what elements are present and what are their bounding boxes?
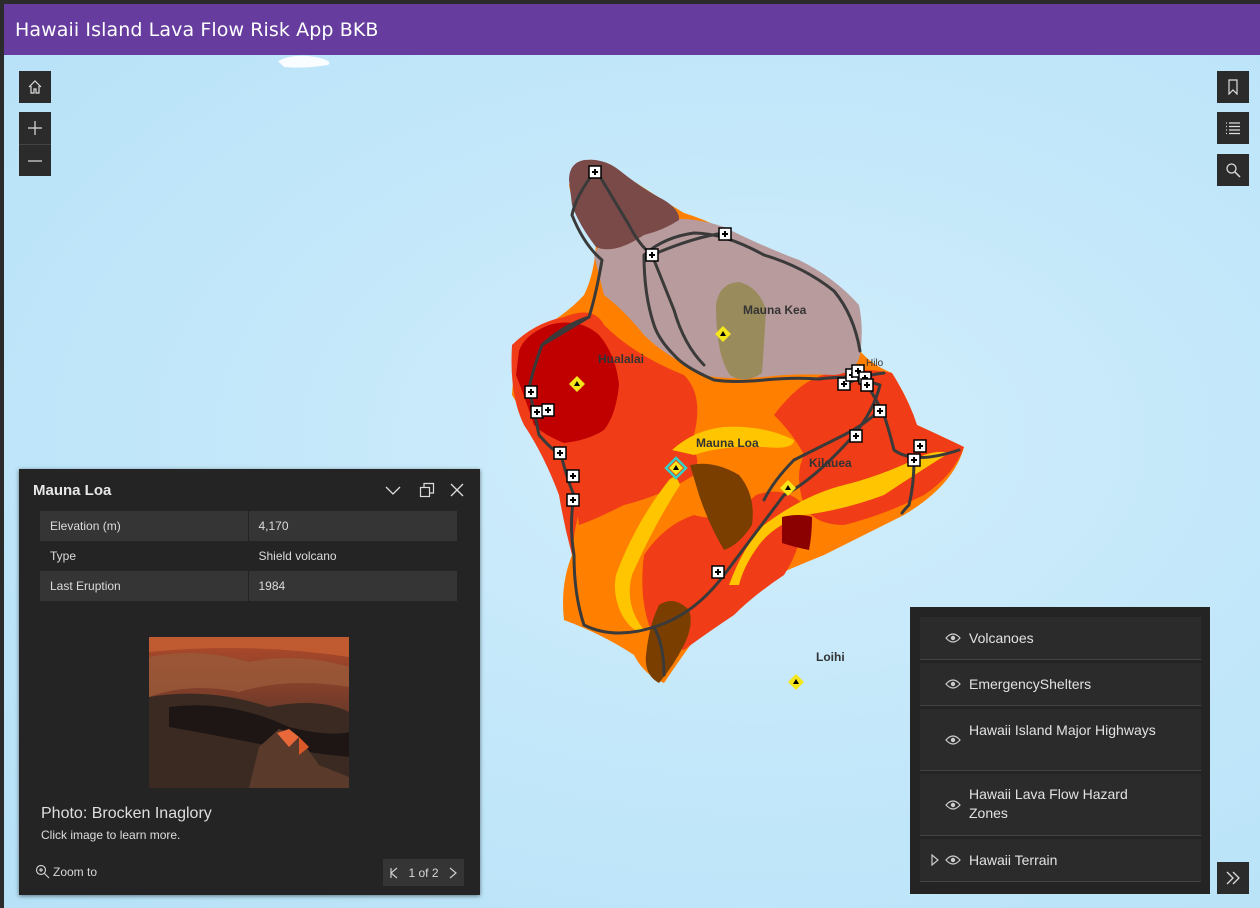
attribute-table: Elevation (m) 4,170 Type Shield volcano … [40,511,457,601]
feature-popup: Mauna Loa Elevation (m) 4,170 Type Shiel… [19,469,480,895]
volcano-photo-image [149,637,349,788]
close-button[interactable] [445,478,469,502]
layer-name: Volcanoes [969,630,1034,646]
layer-item-hawaii-terrain[interactable]: Hawaii Terrain [920,839,1201,882]
volcano-photo[interactable] [149,637,349,788]
next-feature-button[interactable] [448,867,458,879]
zoom-in-magnifier-icon [35,864,50,879]
bookmarks-button[interactable] [1217,71,1249,103]
double-chevron-right-icon [1226,871,1240,885]
popup-header: Mauna Loa [19,469,480,511]
expand-panel-button[interactable] [1217,862,1249,894]
caret-right-icon[interactable] [931,854,939,866]
search-icon [1226,163,1241,178]
label-mauna-kea: Mauna Kea [743,303,807,317]
table-row: Last Eruption 1984 [40,571,457,601]
search-button[interactable] [1217,154,1249,186]
zoom-to-label: Zoom to [53,864,98,879]
app-title: Hawaii Island Lava Flow Risk App BKB [15,18,379,41]
attribute-key: Elevation (m) [40,511,249,541]
attribute-value: Shield volcano [248,541,457,571]
zoom-to-button[interactable]: Zoom to [35,864,97,879]
layer-item-lava-flow-hazard-zones[interactable]: Hawaii Lava Flow Hazard Zones [920,774,1201,836]
table-row: Type Shield volcano [40,541,457,571]
home-icon [28,80,42,94]
popup-footer: Zoom to 1 of 2 [19,857,480,887]
attribute-value: 4,170 [248,511,457,541]
zoom-out-button[interactable] [19,144,51,176]
eye-icon[interactable] [945,632,961,644]
label-loihi: Loihi [816,650,845,664]
eye-icon[interactable] [945,734,961,746]
label-mauna-loa: Mauna Loa [696,436,759,450]
chevron-down-icon [385,486,401,495]
zoom-in-button[interactable] [19,112,51,144]
label-hualalai: Hualalai [598,352,645,366]
eye-icon[interactable] [945,678,961,690]
collapse-button[interactable] [381,478,405,502]
label-hilo: Hilo [866,358,884,369]
layer-item-emergency-shelters[interactable]: EmergencyShelters [920,663,1201,706]
attribute-key: Last Eruption [40,571,249,601]
app-header: Hawaii Island Lava Flow Risk App BKB [4,4,1260,55]
maui-island-fragment [278,55,330,68]
table-row: Elevation (m) 4,170 [40,511,457,541]
layer-name: Hawaii Terrain [969,852,1058,868]
dock-button[interactable] [415,478,439,502]
layer-list-panel: Volcanoes EmergencyShelters Hawaii Islan… [910,607,1210,894]
home-button[interactable] [19,71,51,103]
minus-icon [28,159,42,162]
close-icon [450,483,464,497]
attribute-value: 1984 [248,571,457,601]
layer-name: Hawaii Island Major Highways [969,722,1156,738]
photo-hint: Click image to learn more. [41,828,181,842]
layer-name: EmergencyShelters [969,676,1092,692]
chevron-left-icon [390,867,398,878]
chevron-right-icon [449,867,457,878]
layer-list-button[interactable] [1217,112,1249,144]
dock-icon [419,482,435,498]
plus-icon [28,121,42,135]
label-kilauea: Kilauea [809,456,852,470]
bookmark-icon [1228,79,1238,95]
attribute-key: Type [40,541,249,571]
layer-item-volcanoes[interactable]: Volcanoes [920,617,1201,660]
eye-icon[interactable] [945,854,961,866]
layer-name: Hawaii Lava Flow Hazard Zones [969,786,1128,821]
layer-item-highways[interactable]: Hawaii Island Major Highways [920,709,1201,771]
popup-title: Mauna Loa [33,482,112,499]
eye-icon[interactable] [945,799,961,811]
photo-caption: Photo: Brocken Inaglory [41,805,212,822]
pager-label: 1 of 2 [408,865,439,880]
previous-feature-button[interactable] [389,867,399,879]
feature-pager: 1 of 2 [383,859,464,886]
list-icon [1226,122,1240,135]
